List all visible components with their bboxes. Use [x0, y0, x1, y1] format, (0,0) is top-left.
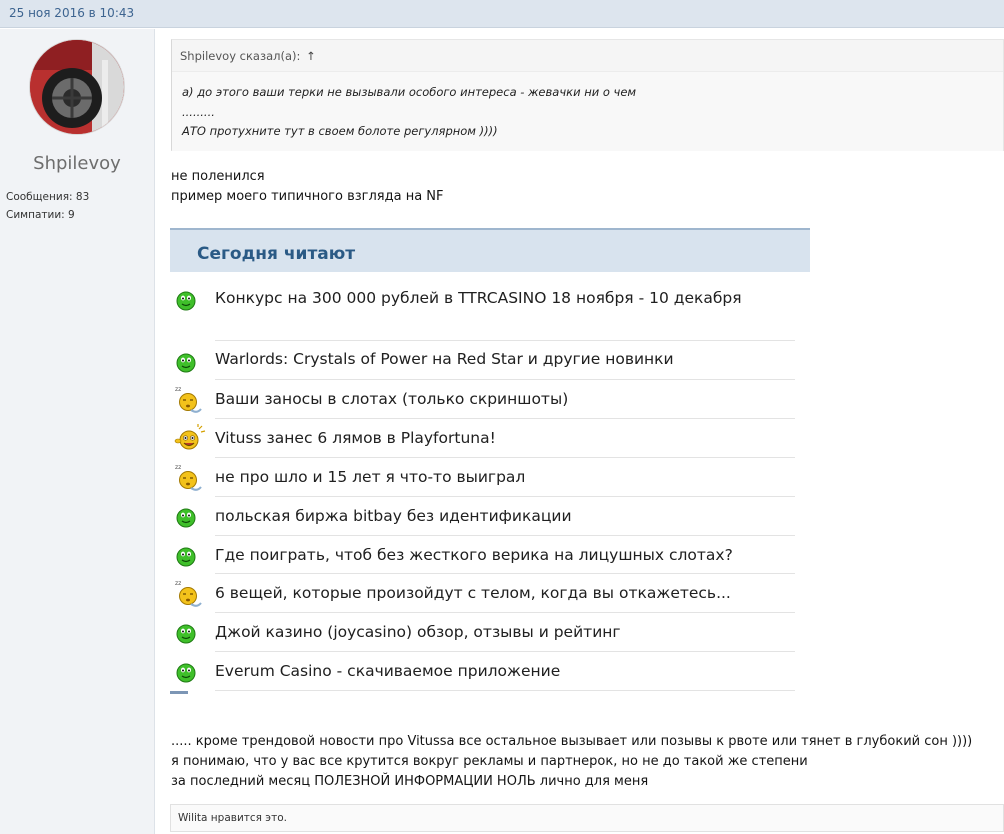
widget-item-link[interactable]: Джой казино (joycasino) обзор, отзывы и …	[215, 621, 755, 644]
message-text-line: за последний месяц ПОЛЕЗНОЙ ИНФОРМАЦИИ Н…	[171, 774, 649, 789]
likes-text[interactable]: Wilita нравится это.	[178, 812, 287, 824]
widget-item-link[interactable]: Everum Casino - скачиваемое приложение	[215, 660, 755, 683]
widget-corner-mark	[170, 691, 188, 694]
post-header-bar: 25 ноя 2016 в 10:43	[0, 0, 1004, 28]
green-smiley-icon	[174, 540, 206, 572]
green-smiley-icon	[174, 346, 206, 378]
widget-item-divider	[215, 535, 795, 536]
widget-item-link[interactable]: Warlords: Crystals of Power на Red Star …	[215, 348, 755, 371]
widget-item-divider	[215, 496, 795, 497]
green-smiley-icon	[174, 656, 206, 688]
green-smiley-icon	[174, 617, 206, 649]
widget-item-link[interactable]: Где поиграть, чтоб без жесткого верика н…	[215, 544, 755, 567]
author-likes-count: Симпатии: 9	[6, 209, 75, 221]
widget-item-link[interactable]: не про шло и 15 лет я что-то выиграл	[215, 466, 755, 489]
post-date[interactable]: 25 ноя 2016 в 10:43	[9, 6, 134, 20]
widget-item-divider	[215, 340, 795, 341]
quote-header: Shpilevoy сказал(а): ↑	[180, 49, 316, 63]
message-text-line: не поленился	[171, 169, 265, 184]
likes-bar: Wilita нравится это.	[170, 804, 1004, 832]
widget-item-divider	[215, 457, 795, 458]
widget-item-divider	[215, 573, 795, 574]
message-text-line: пример моего типичного взгляда на NF	[171, 189, 444, 204]
svg-text:zz: zz	[175, 464, 181, 471]
sleeping-smiley-icon: zz	[174, 462, 206, 494]
widget-item-divider	[215, 418, 795, 419]
widget-header: Сегодня читают	[170, 228, 810, 272]
quote-line: АТО протухните тут в своем болоте регуля…	[182, 124, 498, 138]
quote-line: .........	[182, 105, 215, 119]
green-smiley-icon	[174, 501, 206, 533]
message-text-line: ..... кроме трендовой новости про Vituss…	[171, 734, 973, 749]
quote-line: а) до этого ваши терки не вызывали особо…	[182, 85, 637, 99]
today-reading-widget-image: Сегодня читают Конкурс на 300 000 рублей…	[170, 228, 810, 703]
quote-block: Shpilevoy сказал(а): ↑ а) до этого ваши …	[171, 39, 1004, 151]
widget-item-divider	[215, 690, 795, 691]
green-smiley-icon	[174, 284, 206, 316]
widget-item-link[interactable]: 6 вещей, которые произойдут с телом, ког…	[215, 582, 755, 605]
widget-item-link[interactable]: Ваши заносы в слотах (только скриншоты)	[215, 388, 755, 411]
sleeping-smiley-icon: zz	[174, 384, 206, 416]
quote-author: Shpilevoy сказал(а):	[180, 49, 301, 63]
quote-jump-arrow-icon[interactable]: ↑	[306, 49, 316, 63]
widget-item-link[interactable]: польская биржа bitbay без идентификации	[215, 505, 755, 528]
author-sidebar: Shpilevoy Сообщения: 83 Симпатии: 9	[0, 29, 155, 834]
avatar-image	[30, 40, 124, 134]
svg-text:zz: zz	[175, 580, 181, 587]
widget-item-link[interactable]: Конкурс на 300 000 рублей в TTRCASINO 18…	[215, 287, 755, 310]
author-username[interactable]: Shpilevoy	[0, 153, 154, 174]
widget-item-link[interactable]: Vituss занес 6 лямов в Playfortuna!	[215, 427, 755, 450]
widget-item-divider	[215, 379, 795, 380]
excited-smiley-icon	[174, 423, 206, 455]
widget-item-divider	[215, 612, 795, 613]
avatar[interactable]	[29, 39, 125, 135]
widget-title: Сегодня читают	[197, 244, 356, 264]
widget-item-divider	[215, 651, 795, 652]
author-messages-count: Сообщения: 83	[6, 191, 90, 203]
message-text-line: я понимаю, что у вас все крутится вокруг…	[171, 754, 808, 769]
svg-text:zz: zz	[175, 386, 181, 393]
quote-body: а) до этого ваши терки не вызывали особо…	[172, 71, 1003, 151]
sleeping-smiley-icon: zz	[174, 578, 206, 610]
